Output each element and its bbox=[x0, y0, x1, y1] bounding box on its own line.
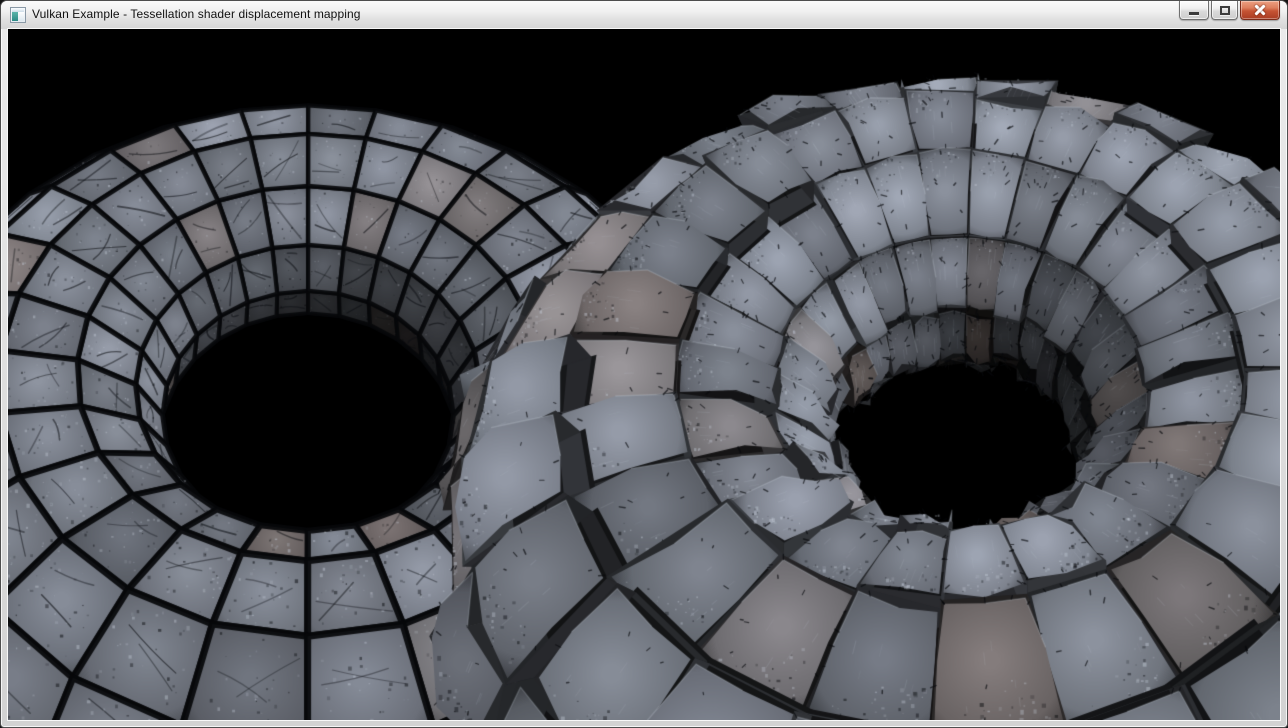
minimize-button[interactable] bbox=[1179, 1, 1209, 20]
minimize-icon bbox=[1189, 12, 1199, 15]
maximize-icon bbox=[1220, 6, 1230, 15]
window-controls bbox=[1179, 1, 1280, 20]
app-window: Vulkan Example - Tessellation shader dis… bbox=[0, 0, 1288, 728]
window-title: Vulkan Example - Tessellation shader dis… bbox=[32, 7, 361, 21]
close-button[interactable] bbox=[1240, 1, 1280, 20]
render-canvas[interactable] bbox=[8, 29, 1280, 720]
app-icon[interactable] bbox=[10, 7, 26, 23]
app-icon-light-pane bbox=[18, 12, 24, 21]
maximize-button[interactable] bbox=[1211, 1, 1238, 20]
render-viewport bbox=[8, 29, 1280, 720]
titlebar[interactable]: Vulkan Example - Tessellation shader dis… bbox=[1, 1, 1287, 29]
